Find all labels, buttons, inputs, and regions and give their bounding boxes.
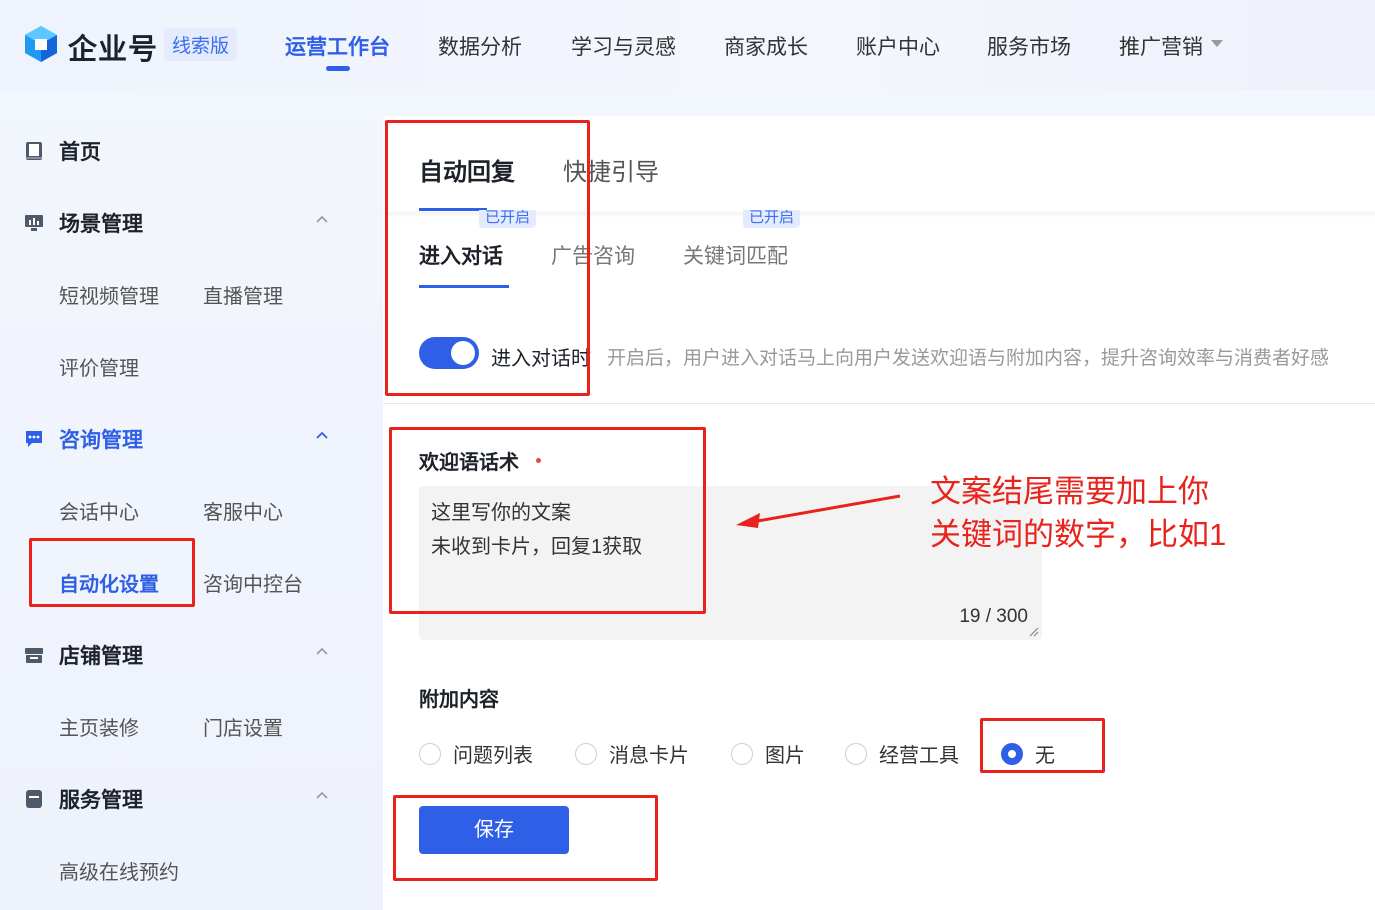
status-badge: 已开启: [479, 210, 537, 228]
chevron-up-icon[interactable]: [316, 213, 328, 225]
status-badge: 已开启: [743, 210, 801, 228]
sidebar-item-home[interactable]: 首页: [24, 136, 101, 166]
monitor-chart-icon: [25, 215, 43, 231]
sidebar-item-store-settings[interactable]: 门店设置: [203, 712, 283, 741]
toggle-label: 进入对话时: [491, 348, 591, 370]
attachment-label: 附加内容: [419, 689, 499, 711]
radio-label: 问题列表: [453, 745, 533, 767]
welcome-label: 欢迎语话术: [419, 452, 519, 474]
radio-circle-icon: [575, 742, 597, 765]
sidebar-item-reviews[interactable]: 评价管理: [59, 352, 139, 381]
nav-promotion[interactable]: 推广营销: [1119, 31, 1203, 61]
annotation-arrow-icon: [736, 494, 901, 528]
chat-bubble-icon: [26, 431, 42, 447]
nav-account-center[interactable]: 账户中心: [856, 31, 940, 61]
subtab-enter-dialog[interactable]: 进入对话: [419, 240, 503, 270]
sidebar-group-scene[interactable]: 场景管理: [24, 208, 143, 238]
subtab-active-indicator: [419, 285, 509, 288]
radio-business-tools[interactable]: 经营工具: [845, 739, 959, 768]
radio-circle-icon: [845, 742, 867, 765]
annotation-note: 文案结尾需要加上你 关键词的数字，比如1: [930, 470, 1226, 556]
annotation-line: 关键词的数字，比如1: [930, 517, 1227, 552]
nav-operations[interactable]: 运营工作台: [285, 31, 390, 61]
radio-checked-icon: [1001, 742, 1023, 765]
radio-label: 无: [1035, 745, 1055, 767]
sidebar-item-live[interactable]: 直播管理: [203, 280, 283, 309]
sidebar-item-automation[interactable]: 自动化设置: [59, 568, 159, 597]
annotation-line: 文案结尾需要加上你: [930, 474, 1209, 509]
caret-down-icon[interactable]: [1211, 40, 1223, 47]
store-icon: [25, 648, 43, 663]
radio-message-card[interactable]: 消息卡片: [575, 739, 689, 768]
radio-circle-icon: [731, 742, 753, 765]
subtab-ad-consult[interactable]: 广告咨询: [551, 240, 635, 270]
sidebar-item-booking[interactable]: 高级在线预约: [59, 856, 179, 885]
sidebar-item-session-center[interactable]: 会话中心: [59, 496, 139, 525]
tab-auto-reply[interactable]: 自动回复: [419, 152, 515, 187]
clipboard-icon: [26, 790, 42, 808]
toggle-description: 开启后，用户进入对话马上向用户发送欢迎语与附加内容，提升咨询效率与消费者好感: [607, 348, 1330, 369]
radio-circle-icon: [419, 742, 441, 765]
subtab-keyword-match[interactable]: 关键词匹配: [683, 240, 788, 270]
tab-quick-guide[interactable]: 快捷引导: [563, 152, 659, 187]
nav-learning[interactable]: 学习与灵感: [571, 31, 676, 61]
sidebar-group-label: 场景管理: [59, 213, 143, 236]
chevron-up-icon[interactable]: [316, 429, 328, 441]
radio-label: 经营工具: [879, 745, 959, 767]
sidebar: 首页 场景管理 短视频管理 直播管理 评价管理 咨询管理 会话中心 客服中心 自…: [0, 90, 383, 910]
nav-data-analysis[interactable]: 数据分析: [438, 31, 522, 61]
sidebar-item-homepage-decor[interactable]: 主页装修: [59, 712, 139, 741]
sidebar-item-cs-center[interactable]: 客服中心: [203, 496, 283, 525]
radio-label: 消息卡片: [609, 745, 689, 767]
sidebar-group-service[interactable]: 服务管理: [24, 784, 143, 814]
sidebar-group-store[interactable]: 店铺管理: [24, 640, 143, 670]
edition-badge: 线索版: [164, 28, 238, 61]
enter-dialog-toggle[interactable]: [419, 337, 479, 369]
sidebar-group-label: 服务管理: [59, 789, 143, 812]
nav-service-market[interactable]: 服务市场: [987, 31, 1071, 61]
toggle-knob: [451, 341, 475, 365]
chevron-up-icon[interactable]: [316, 645, 328, 657]
radio-question-list[interactable]: 问题列表: [419, 739, 533, 768]
top-nav-bar: 企业号 线索版 运营工作台 数据分析 学习与灵感 商家成长 账户中心 服务市场 …: [0, 0, 1375, 90]
radio-none[interactable]: 无: [1001, 739, 1055, 768]
sidebar-item-consult-console[interactable]: 咨询中控台: [203, 568, 303, 597]
sidebar-group-label: 店铺管理: [59, 645, 143, 668]
book-icon: [26, 142, 42, 160]
resize-handle-icon[interactable]: [1029, 627, 1039, 637]
section-divider: [383, 403, 1375, 404]
radio-label: 图片: [765, 745, 805, 767]
brand-logo-icon[interactable]: [22, 24, 60, 64]
sidebar-item-short-video[interactable]: 短视频管理: [59, 280, 159, 309]
tab-active-indicator: [419, 208, 487, 211]
char-counter: 19 / 300: [959, 606, 1028, 627]
nav-merchant-growth[interactable]: 商家成长: [724, 31, 808, 61]
sidebar-group-consult[interactable]: 咨询管理: [24, 424, 143, 454]
nav-active-indicator: [326, 66, 350, 71]
brand-name: 企业号: [68, 34, 159, 66]
save-button[interactable]: 保存: [419, 806, 569, 854]
radio-image[interactable]: 图片: [731, 739, 805, 768]
sidebar-group-label: 咨询管理: [59, 429, 143, 452]
sidebar-item-label: 首页: [59, 141, 101, 164]
required-marker: [536, 458, 541, 463]
chevron-up-icon[interactable]: [316, 789, 328, 801]
